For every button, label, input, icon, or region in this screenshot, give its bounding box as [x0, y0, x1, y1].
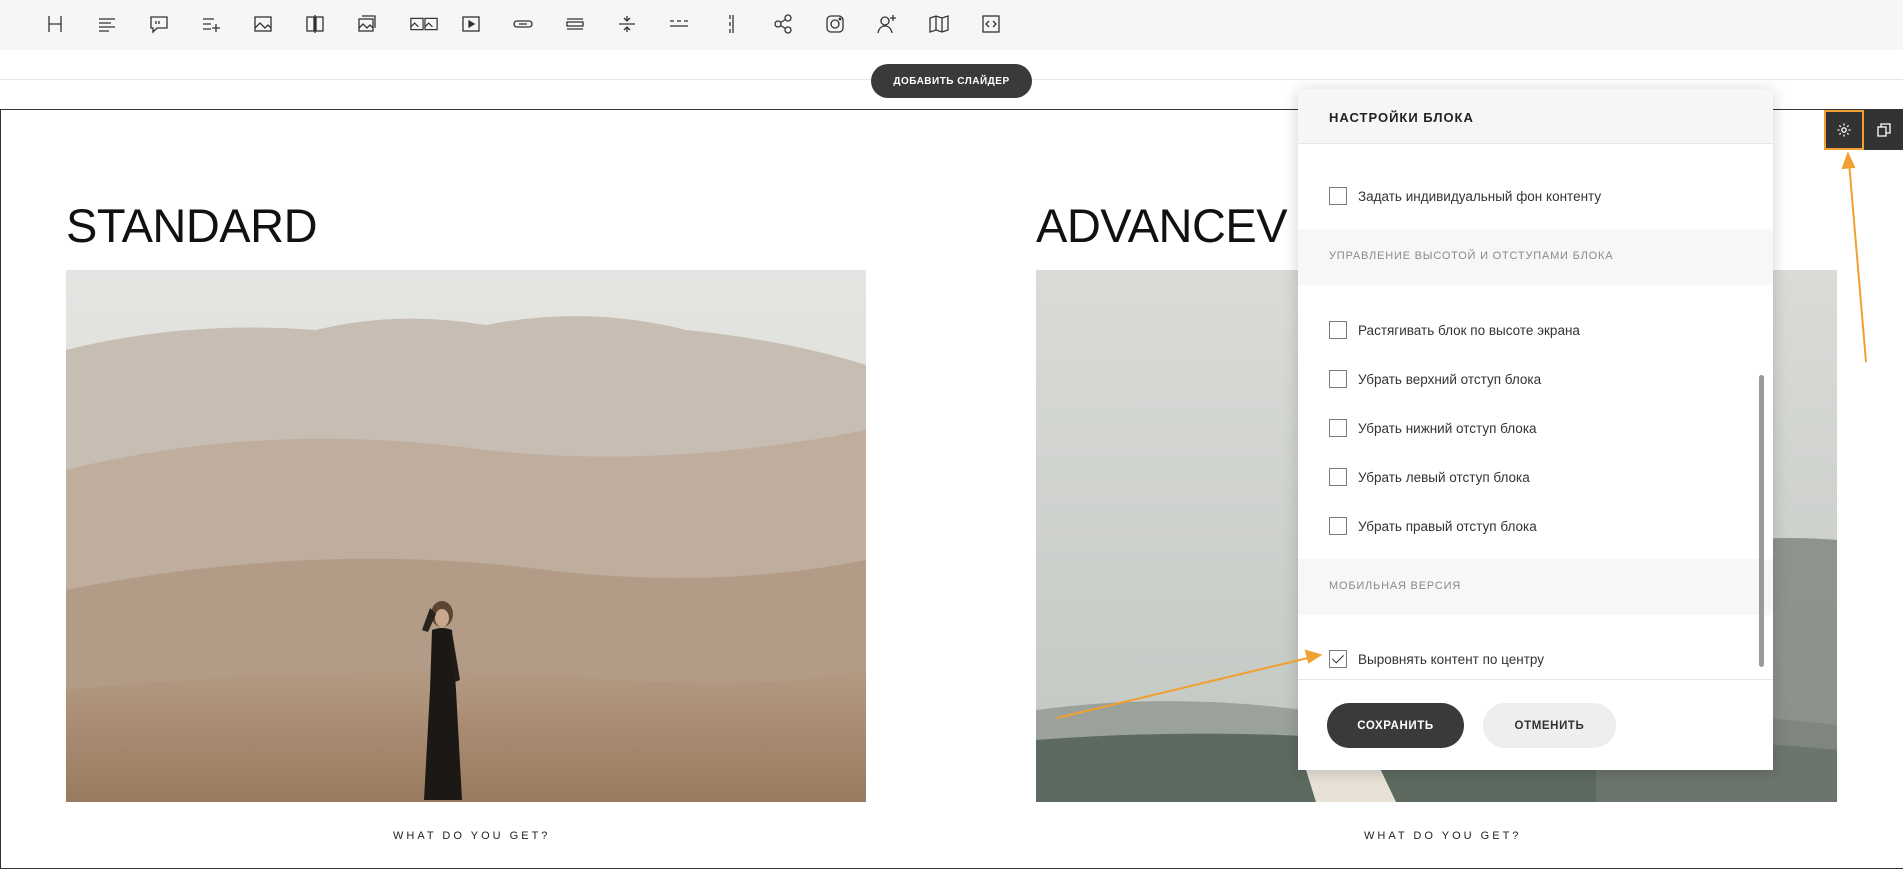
- heading-icon[interactable]: [43, 12, 67, 36]
- block-settings-panel: НАСТРОЙКИ БЛОКА Задать индивидуальный фо…: [1298, 89, 1773, 770]
- spacer-icon[interactable]: [563, 12, 587, 36]
- checkbox-label: Убрать верхний отступ блока: [1358, 371, 1542, 387]
- button-icon[interactable]: [511, 12, 535, 36]
- checkbox-label: Убрать нижний отступ блока: [1358, 420, 1537, 436]
- share-icon[interactable]: [771, 12, 795, 36]
- dashed-divider-icon[interactable]: [667, 12, 691, 36]
- user-add-icon[interactable]: [875, 12, 899, 36]
- vertical-divider-icon[interactable]: [719, 12, 743, 36]
- checkbox[interactable]: [1329, 419, 1347, 437]
- left-caption: WHAT DO YOU GET?: [393, 830, 551, 842]
- stretch-height-option[interactable]: Растягивать блок по высоте экрана: [1329, 319, 1580, 341]
- remove-bottom-padding-option[interactable]: Убрать нижний отступ блока: [1329, 417, 1537, 439]
- center-content-option[interactable]: Выровнять контент по центру: [1329, 648, 1544, 670]
- gear-icon: [1837, 123, 1851, 137]
- checkbox-label: Выровнять контент по центру: [1358, 651, 1544, 667]
- panel-title: НАСТРОЙКИ БЛОКА: [1329, 110, 1474, 125]
- map-icon[interactable]: [927, 12, 951, 36]
- checkbox[interactable]: [1329, 321, 1347, 339]
- section-label: УПРАВЛЕНИЕ ВЫСОТОЙ И ОТСТУПАМИ БЛОКА: [1329, 250, 1614, 262]
- image-icon[interactable]: [251, 12, 275, 36]
- checkbox-label: Растягивать блок по высоте экрана: [1358, 322, 1580, 338]
- checkbox[interactable]: [1329, 370, 1347, 388]
- checkbox-label: Убрать левый отступ блока: [1358, 469, 1530, 485]
- copy-icon: [1877, 123, 1891, 137]
- right-column-title: ADVANCEV: [1036, 199, 1288, 252]
- image-stack-icon[interactable]: [355, 12, 379, 36]
- code-icon[interactable]: [979, 12, 1003, 36]
- settings-button[interactable]: [1824, 110, 1864, 150]
- instagram-icon[interactable]: [823, 12, 847, 36]
- checkbox[interactable]: [1329, 517, 1347, 535]
- panel-scrollbar[interactable]: [1759, 375, 1764, 667]
- section-label: МОБИЛЬНАЯ ВЕРСИЯ: [1329, 580, 1462, 592]
- save-button[interactable]: СОХРАНИТЬ: [1327, 703, 1464, 748]
- list-add-icon[interactable]: [199, 12, 223, 36]
- video-icon[interactable]: [459, 12, 483, 36]
- quote-icon[interactable]: [147, 12, 171, 36]
- checkbox[interactable]: [1329, 468, 1347, 486]
- cancel-button[interactable]: ОТМЕНИТЬ: [1483, 703, 1616, 748]
- remove-right-padding-option[interactable]: Убрать правый отступ блока: [1329, 515, 1537, 537]
- divider-icon[interactable]: [615, 12, 639, 36]
- left-column-title: STANDARD: [66, 199, 318, 252]
- left-photo: [66, 270, 866, 802]
- height-section-header: УПРАВЛЕНИЕ ВЫСОТОЙ И ОТСТУПАМИ БЛОКА: [1298, 229, 1773, 285]
- checkbox[interactable]: [1329, 187, 1347, 205]
- content-background-option[interactable]: Задать индивидуальный фон контенту: [1329, 185, 1601, 207]
- remove-top-padding-option[interactable]: Убрать верхний отступ блока: [1329, 368, 1541, 390]
- right-caption: WHAT DO YOU GET?: [1364, 830, 1522, 842]
- remove-left-padding-option[interactable]: Убрать левый отступ блока: [1329, 466, 1530, 488]
- checkbox-label: Убрать правый отступ блока: [1358, 518, 1537, 534]
- text-align-icon[interactable]: [95, 12, 119, 36]
- panel-header: НАСТРОЙКИ БЛОКА: [1298, 89, 1773, 144]
- add-slider-button[interactable]: ДОБАВИТЬ СЛАЙДЕР: [871, 64, 1032, 98]
- block-toolbar: [0, 0, 1903, 50]
- mobile-section-header: МОБИЛЬНАЯ ВЕРСИЯ: [1298, 559, 1773, 615]
- footer-divider: [1298, 679, 1773, 680]
- gallery-icon[interactable]: [407, 12, 441, 36]
- checkbox-label: Задать индивидуальный фон контенту: [1358, 188, 1602, 204]
- checkbox-checked[interactable]: [1329, 650, 1347, 668]
- duplicate-button[interactable]: [1864, 110, 1903, 150]
- image-compare-icon[interactable]: [303, 12, 327, 36]
